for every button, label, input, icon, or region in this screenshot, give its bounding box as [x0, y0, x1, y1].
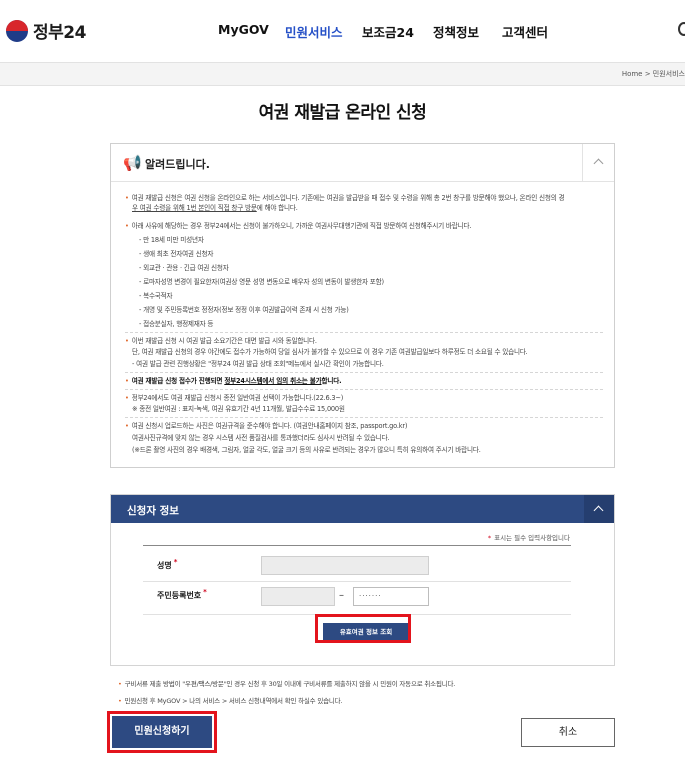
nav-subsidy24[interactable]: 보조금24	[362, 22, 414, 41]
notice-line: - 개명 및 주민등록번호 정정자(정보 정정 이후 여권발급이력 존재 시 신…	[139, 306, 349, 314]
footnote: 민원신청 후 MyGOV > 나의 서비스 > 서비스 신청내역에서 확인 하실…	[118, 695, 343, 705]
verify-button-highlight	[315, 614, 411, 643]
logo-text: 정부24	[33, 23, 86, 43]
notice-line: 이번 재발급 신청 시 여권 발급 소요기간은 대면 발급 시와 동일합니다.	[125, 337, 317, 346]
notice-line: 우 여권 수령을 위해 1번 본인이 직접 창구 방문에 해야 합니다.	[132, 204, 298, 212]
rrn-label: 주민등록번호 *	[157, 588, 207, 600]
breadcrumb[interactable]: Home > 민원서비스	[622, 69, 685, 79]
notice-line-emphasis: 여권 재발급 신청 접수가 진행되면 정부24시스템에서 임의 취소는 불가합니…	[125, 377, 342, 386]
required-note: * 표시는 필수 입력사항입니다	[487, 534, 570, 542]
notice-divider	[125, 372, 603, 373]
notice-line: 단, 여권 재발급 신청의 경우 야간에도 접수가 가능하여 당일 심사가 불가…	[132, 348, 528, 356]
taegeuk-logo-icon	[6, 19, 28, 42]
notice-line: - 여권 발급 관련 진행상황은 "정부24 여권 발급 상태 조회"메뉴에서 …	[132, 360, 384, 368]
notice-panel: 📢 알려드립니다. 여권 재발급 신청은 여권 신청을 온라인으로 하는 서비스…	[110, 143, 615, 468]
nav-civil-service[interactable]: 민원서비스	[285, 22, 343, 41]
notice-header[interactable]: 📢 알려드립니다.	[111, 144, 614, 182]
notice-line: - 외교관 · 관용 · 긴급 여권 신청자	[139, 264, 229, 272]
notice-line: - 로마자성명 변경이 필요한자(여권상 영문 성명 변동으로 배우자 성의 변…	[139, 278, 384, 286]
notice-line: - 복수국적자	[139, 292, 173, 300]
name-field[interactable]	[261, 556, 429, 575]
cancel-button[interactable]: 취소	[521, 718, 615, 747]
notice-line: - 생애 최초 전자여권 신청자	[139, 250, 214, 258]
notice-divider	[125, 389, 603, 390]
notice-line: 여권사진규격에 맞지 않는 경우 시스템 사전 품질검사를 통과했더라도 심사시…	[132, 434, 390, 442]
notice-line: 여권 신청시 업로드하는 사진은 여권규격을 준수해야 합니다. (여권안내홈페…	[125, 422, 408, 431]
name-label: 성명 *	[157, 558, 178, 570]
rrn-dash: –	[339, 590, 344, 601]
notice-line: - 만 18세 미만 미성년자	[139, 236, 204, 244]
applicant-title: 신청자 정보	[127, 505, 179, 517]
site-header: 정부24 MyGOV 민원서비스 보조금24 정책정보 고객센터	[0, 0, 685, 62]
page-title: 여권 재발급 온라인 신청	[258, 103, 427, 123]
notice-line: 아래 사유에 해당하는 경우 정부24에서는 신청이 불가하오니, 가까운 여권…	[125, 222, 472, 231]
applicant-header[interactable]: 신청자 정보	[111, 495, 614, 523]
notice-divider	[125, 332, 603, 333]
notice-line: 정부24에서도 여권 재발급 신청시 종전 일반여권 선택이 가능합니다.(22…	[125, 394, 344, 403]
notice-title: 알려드립니다.	[145, 158, 210, 171]
rrn-back-field[interactable]: ·······	[353, 587, 429, 606]
notice-divider	[125, 417, 603, 418]
rrn-front-field[interactable]	[261, 587, 335, 606]
nav-customer-center[interactable]: 고객센터	[502, 22, 548, 41]
submit-application-button[interactable]: 민원신청하기	[112, 716, 212, 748]
form-row-divider	[143, 581, 571, 582]
nav-mygov[interactable]: MyGOV	[218, 22, 269, 37]
collapse-chevron-icon[interactable]	[584, 495, 614, 523]
notice-line: ※ 종전 일반여권 : 표지-녹색, 여권 유효기간 4년 11개월, 발급수수…	[132, 405, 345, 413]
form-top-border	[143, 545, 571, 546]
notice-line: - 접승분실자, 행정제재자 등	[139, 320, 214, 328]
collapse-chevron-icon[interactable]	[582, 144, 614, 181]
footnote: 구비서류 제출 방법이 "우편/팩스/방문"인 경우 신청 후 30일 이내에 …	[118, 678, 456, 688]
breadcrumb-bar: Home > 민원서비스	[0, 62, 685, 86]
nav-policy-info[interactable]: 정책정보	[433, 22, 479, 41]
gov24-logo[interactable]: 정부24	[6, 18, 86, 43]
notice-line: (※드론 촬영 사진의 경우 배경색, 그림자, 얼굴 각도, 얼굴 크기 등의…	[132, 446, 481, 454]
user-icon[interactable]	[678, 22, 685, 36]
notice-line: 여권 재발급 신청은 여권 신청을 온라인으로 하는 서비스입니다. 기존에는 …	[125, 194, 565, 203]
megaphone-icon: 📢	[123, 154, 142, 172]
